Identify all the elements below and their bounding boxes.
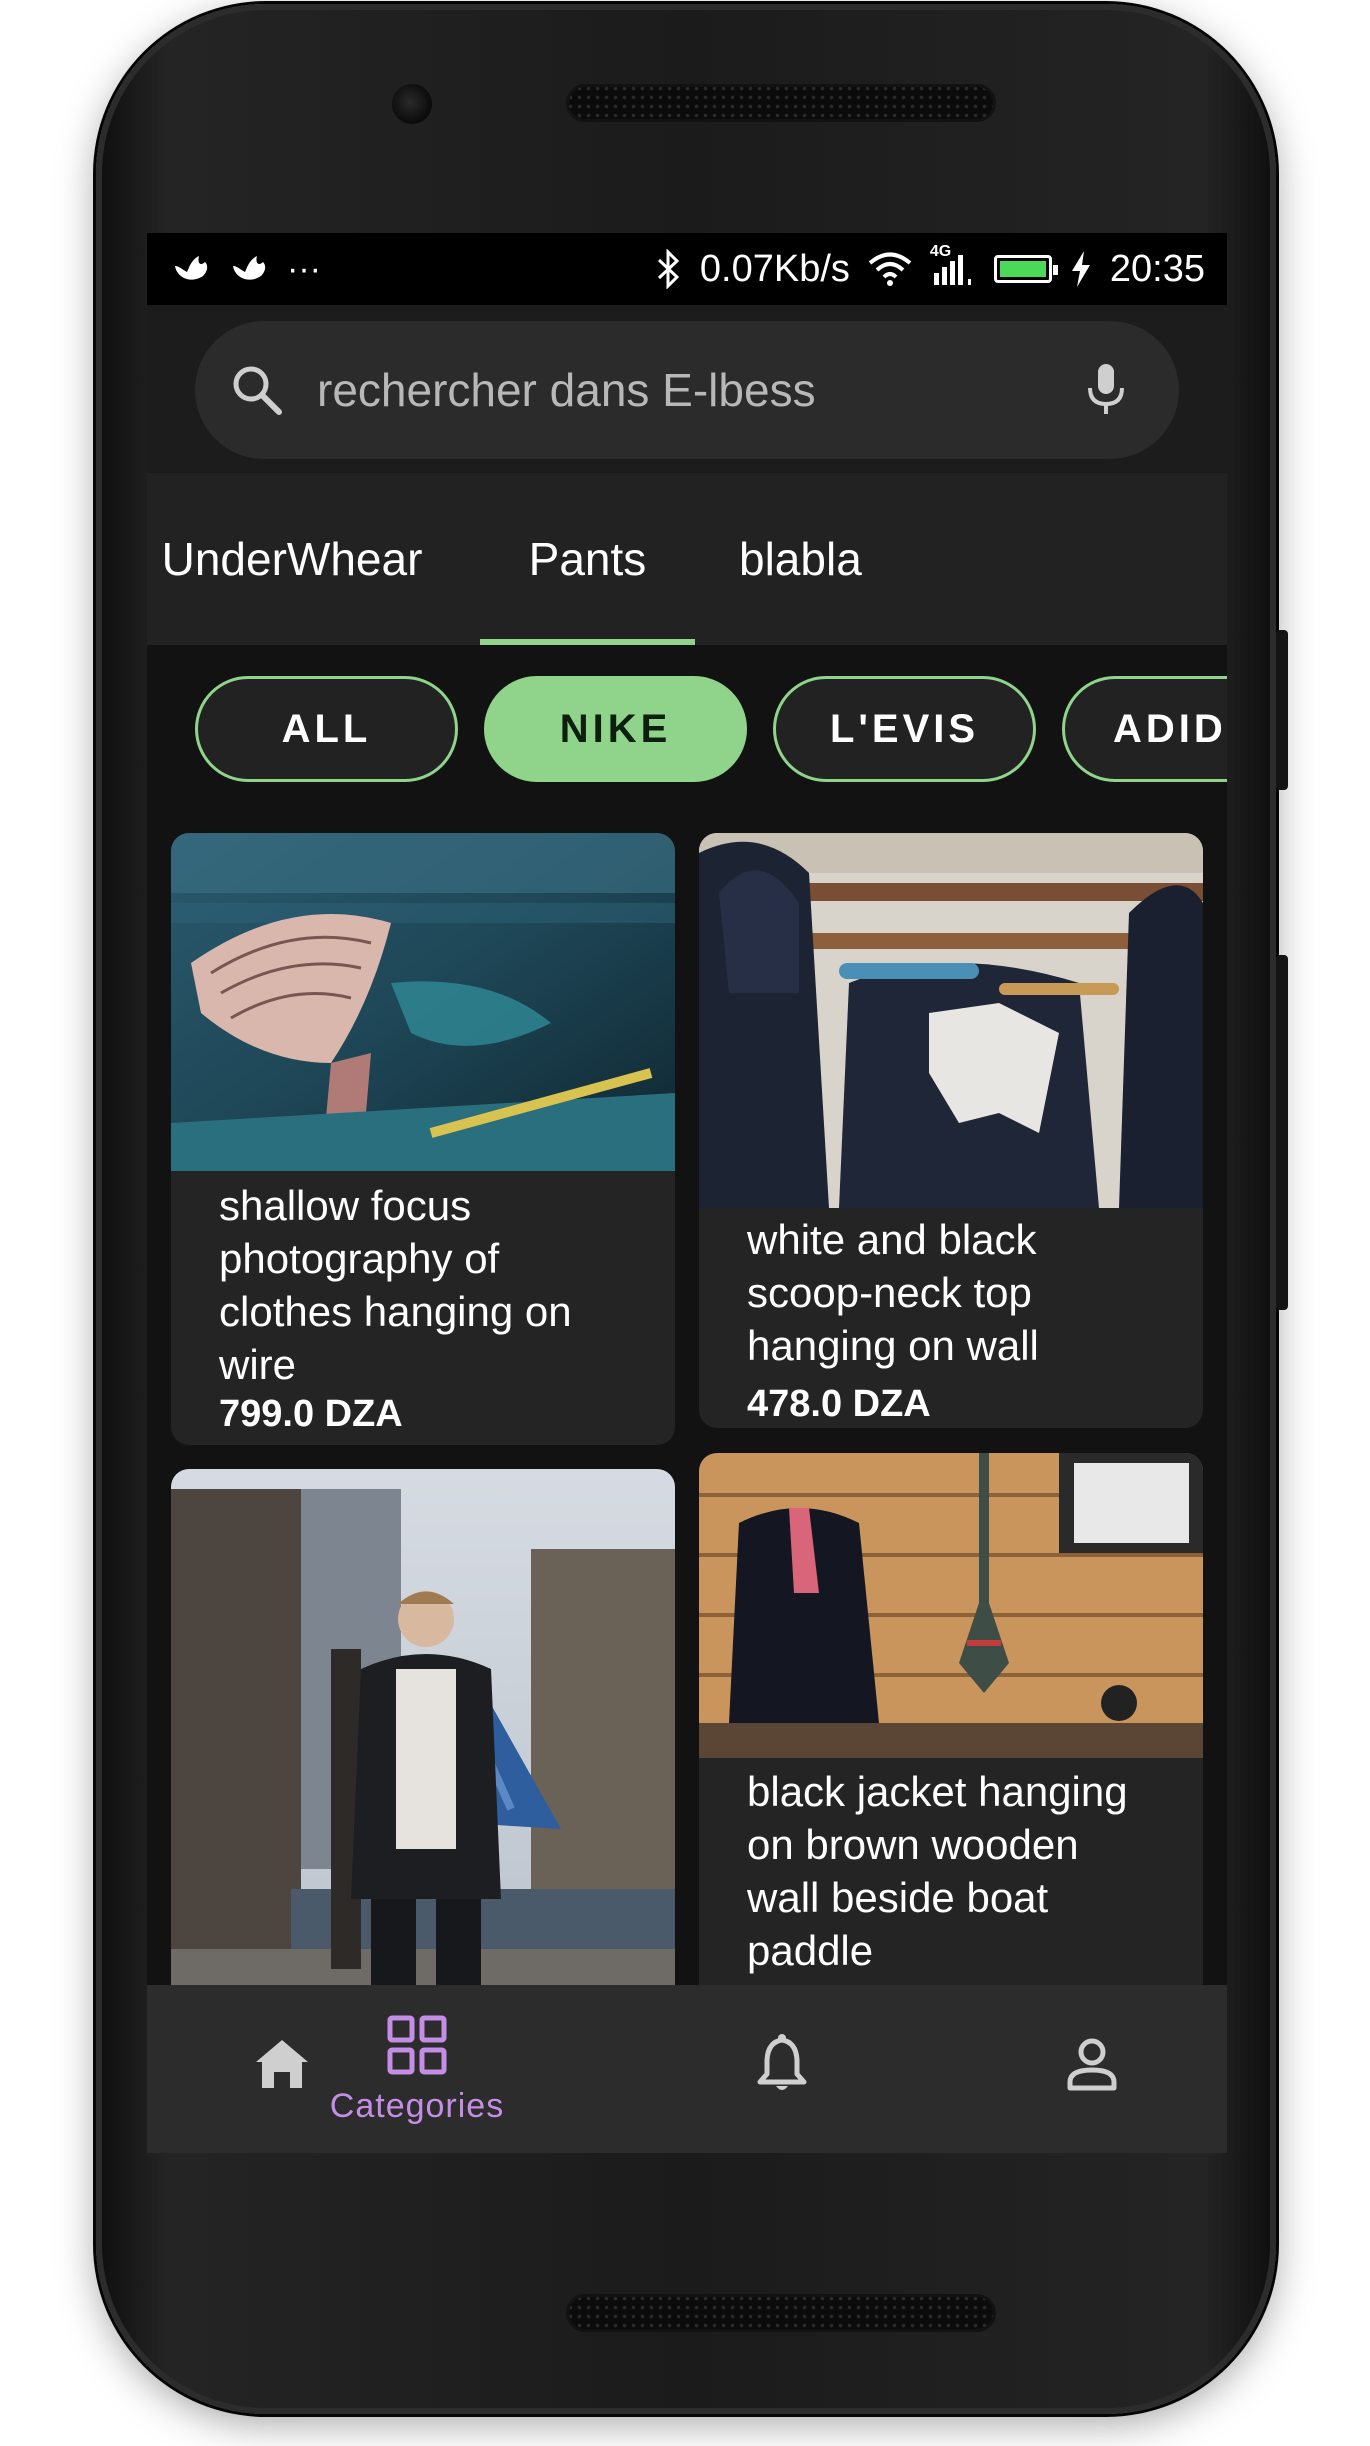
- nav-notifications[interactable]: [687, 1985, 877, 2153]
- product-title: white and black scoop-neck top hanging o…: [747, 1216, 1039, 1369]
- earpiece-speaker: [566, 84, 996, 122]
- more-dots-icon: ···: [287, 249, 321, 288]
- app-screen: ··· 0.07Kb/s 4G 20:35 rechercher dans E-…: [147, 233, 1227, 2153]
- product-price: 799.0 DZA: [219, 1393, 403, 1435]
- nav-categories-label: Categories: [329, 2086, 505, 2125]
- front-camera: [392, 84, 432, 124]
- product-title: shallow focus photography of clothes han…: [219, 1182, 572, 1388]
- network-speed: 0.07Kb/s: [699, 247, 850, 290]
- tab-pants[interactable]: Pants: [480, 473, 695, 645]
- mic-icon[interactable]: [1085, 362, 1127, 418]
- product-card[interactable]: black jacket hanging on brown wooden wal…: [699, 1453, 1203, 2073]
- nav-profile[interactable]: [957, 1985, 1227, 2153]
- product-card[interactable]: [171, 1469, 675, 2069]
- volume-button: [1276, 955, 1288, 1310]
- categories-icon[interactable]: [385, 2013, 449, 2077]
- product-image: [699, 833, 1203, 1208]
- battery-level-fill: [999, 261, 1046, 277]
- charging-icon: [1071, 251, 1090, 287]
- tab-blabla[interactable]: blabla: [717, 473, 977, 645]
- nav-categories[interactable]: Categories: [282, 1985, 552, 2153]
- notification-bird-icon: [175, 256, 208, 280]
- bell-icon[interactable]: [750, 2032, 814, 2096]
- profile-icon[interactable]: [1060, 2032, 1124, 2096]
- bottom-speaker: [566, 2294, 996, 2332]
- app-bar: rechercher dans E-lbess: [147, 305, 1227, 473]
- network-type-label: 4G: [929, 243, 952, 260]
- tab-underwhear[interactable]: UnderWhear: [162, 473, 423, 645]
- search-icon[interactable]: [227, 360, 287, 420]
- product-price: 478.0 DZA: [747, 1383, 931, 1425]
- clock: 20:35: [1109, 247, 1205, 290]
- cell-signal: 4G: [930, 243, 976, 287]
- category-tabs: UnderWhear Pants blabla: [147, 473, 1227, 645]
- search-input[interactable]: rechercher dans E-lbess: [317, 363, 1085, 417]
- filter-chip-nike[interactable]: NIKE: [484, 676, 747, 782]
- brand-filter-row: ALL NIKE L'EVIS ADIDA: [147, 645, 1227, 805]
- wifi-icon: [868, 252, 912, 286]
- search-bar[interactable]: rechercher dans E-lbess: [195, 321, 1179, 459]
- power-button: [1276, 630, 1288, 790]
- product-image: [171, 1469, 675, 2069]
- product-image: [171, 833, 675, 1171]
- filter-chip-levis[interactable]: L'EVIS: [773, 676, 1036, 782]
- filter-chip-adidas[interactable]: ADIDA: [1062, 676, 1227, 782]
- battery-icon: [993, 255, 1058, 283]
- product-image: [699, 1453, 1203, 1758]
- bottom-navigation: Categories: [147, 1985, 1227, 2153]
- filter-chip-all[interactable]: ALL: [195, 676, 458, 782]
- status-notifications: ···: [171, 250, 321, 289]
- bluetooth-icon: [657, 249, 680, 289]
- notification-bird-icon: [233, 256, 266, 280]
- product-card[interactable]: white and black scoop-neck top hanging o…: [699, 833, 1203, 1428]
- status-system: 0.07Kb/s 4G 20:35: [656, 243, 1205, 291]
- status-bar: ··· 0.07Kb/s 4G 20:35: [147, 233, 1227, 305]
- product-title: black jacket hanging on brown wooden wal…: [747, 1768, 1128, 1974]
- product-card[interactable]: shallow focus photography of clothes han…: [171, 833, 675, 1445]
